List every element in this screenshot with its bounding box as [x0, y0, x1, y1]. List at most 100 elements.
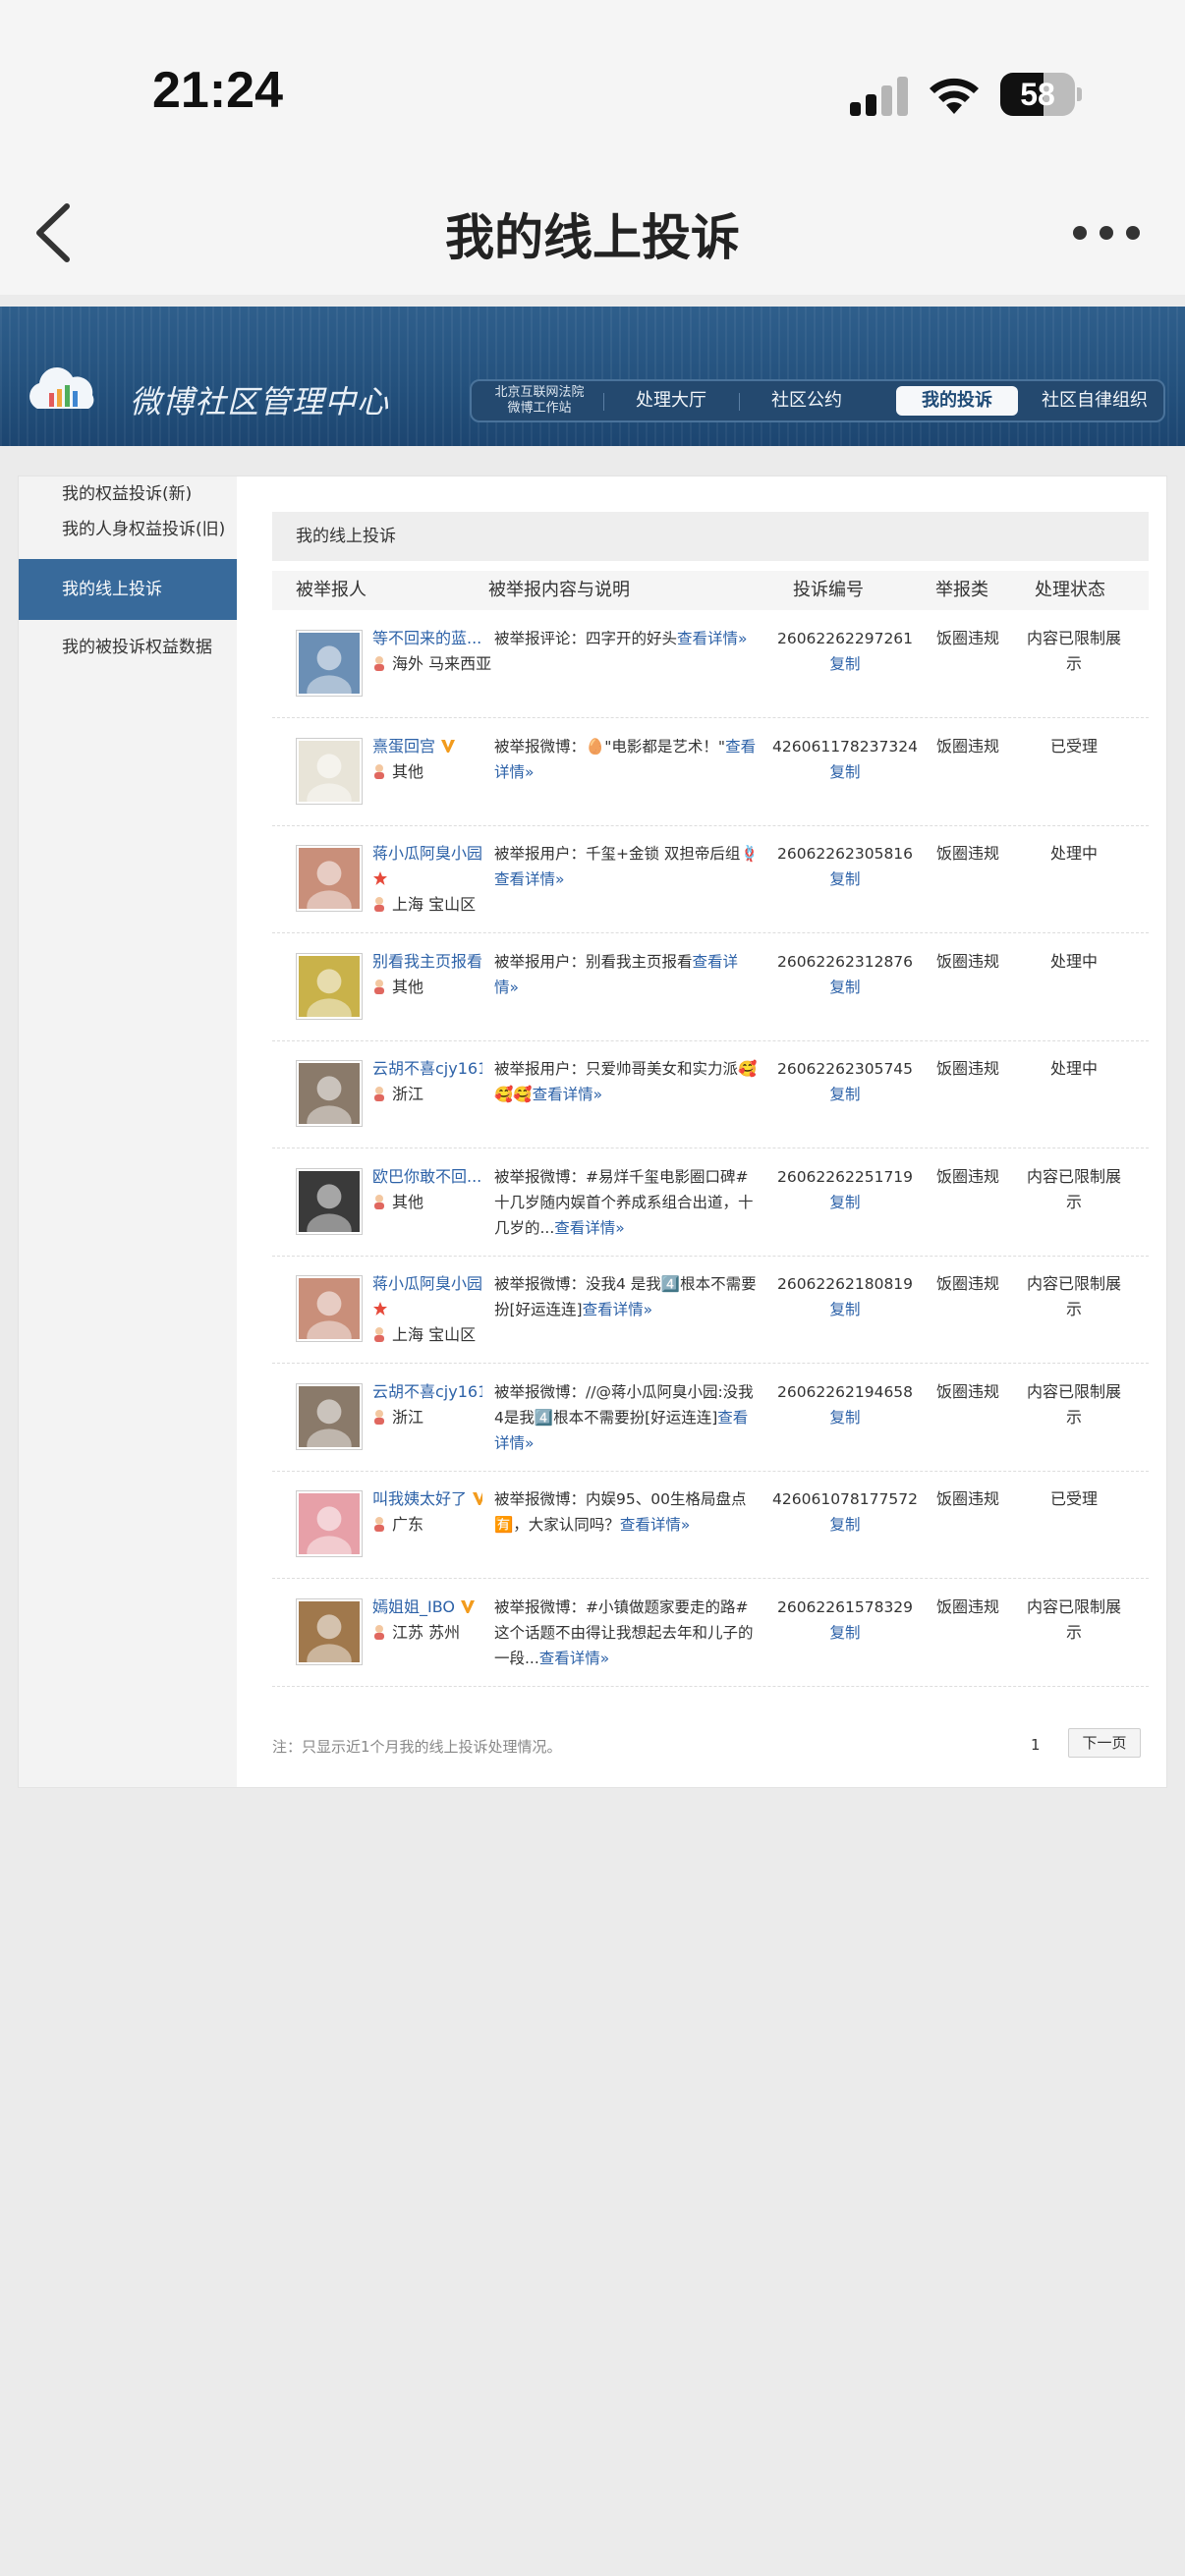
verified-v-icon	[473, 1492, 482, 1505]
user-location-icon	[374, 979, 384, 994]
avatar-image	[299, 848, 360, 924]
view-details-link[interactable]: 查看详情»	[494, 870, 564, 888]
complaint-id-cell: 426061178237324 复制	[771, 734, 919, 785]
tab-community-rules[interactable]: 社区公约	[741, 381, 873, 420]
complaint-type: 饭圈违规	[935, 951, 999, 971]
user-location-icon	[374, 1409, 384, 1425]
wifi-icon	[930, 78, 979, 114]
view-details-link[interactable]: 查看详情»	[554, 1219, 624, 1237]
complaint-description: 被举报微博：//@蒋小瓜阿臭小园:没我4是我4️⃣根本不需要扮[好运连连]查看详…	[494, 1382, 754, 1452]
view-details-link[interactable]: 查看详情»	[583, 1301, 652, 1318]
complaint-description: 被举报评论：四字开的好头查看详情»	[494, 630, 748, 647]
complaint-id-cell: 26062262251719 复制	[771, 1164, 919, 1215]
view-details-link[interactable]: 查看详情»	[620, 1516, 690, 1534]
col-type: 举报类	[935, 580, 988, 600]
complaint-id-cell: 26062262297261 复制	[771, 626, 919, 677]
complaint-status: 已受理	[1049, 1489, 1098, 1508]
complaint-type: 饭圈违规	[935, 1059, 999, 1078]
reported-user-name[interactable]: 云胡不喜cjy161	[372, 1056, 482, 1082]
reported-user-name[interactable]: 嫣姐姐_IBO	[372, 1595, 482, 1620]
user-avatar[interactable]	[296, 1275, 363, 1354]
verified-v-icon	[461, 1599, 476, 1613]
complaint-description: 被举报微博：🥚"电影都是艺术！"查看详情»	[494, 737, 757, 781]
user-avatar[interactable]	[296, 845, 363, 924]
user-location: 其他	[372, 975, 423, 1000]
tab-my-complaints[interactable]: 我的投诉	[896, 386, 1018, 416]
more-options-icon[interactable]	[1073, 224, 1142, 244]
copy-id-button[interactable]: 复制	[771, 651, 919, 677]
copy-id-button[interactable]: 复制	[771, 1405, 919, 1430]
complaint-description: 被举报微博：内娱95、00生格局盘点🈶，大家认同吗？查看详情»	[494, 1490, 747, 1534]
user-avatar[interactable]	[296, 952, 363, 1031]
user-avatar[interactable]	[296, 1490, 363, 1569]
complaint-id-cell: 26062262180819 复制	[771, 1271, 919, 1322]
col-reported-user: 被举报人	[296, 580, 367, 600]
user-avatar[interactable]	[296, 1382, 363, 1461]
user-avatar[interactable]	[296, 737, 363, 815]
top-nav-tabs: 北京互联网法院 微博工作站 处理大厅 社区公约 我的投诉 社区自律组织	[470, 379, 1165, 422]
user-avatar[interactable]	[296, 1167, 363, 1246]
user-location-icon	[374, 1087, 384, 1101]
complaint-id-cell: 26062261578329 复制	[771, 1595, 919, 1646]
pager-current-page[interactable]: 1	[1031, 1736, 1041, 1754]
tab-processing-hall[interactable]: 处理大厅	[605, 381, 737, 420]
complaints-main: 我的线上投诉 被举报人 被举报内容与说明 投诉编号 举报类 处理状态 等不回来的…	[272, 476, 1149, 1787]
sidebar-item-personal-rights-old[interactable]: 我的人身权益投诉(旧)	[19, 512, 237, 547]
copy-id-button[interactable]: 复制	[771, 1620, 919, 1646]
avatar-image	[299, 1278, 360, 1354]
tab-self-regulation[interactable]: 社区自律组织	[1026, 381, 1163, 420]
star-icon	[373, 871, 387, 885]
col-status: 处理状态	[1035, 580, 1105, 600]
reported-user-name[interactable]: 熹蛋回宫	[372, 734, 482, 759]
copy-id-button[interactable]: 复制	[771, 759, 919, 785]
copy-id-button[interactable]: 复制	[771, 1297, 919, 1322]
copy-id-button[interactable]: 复制	[771, 867, 919, 892]
view-details-link[interactable]: 查看详情»	[539, 1650, 609, 1667]
user-location: 其他	[372, 1190, 423, 1215]
complaint-id: 26062262297261	[776, 630, 914, 647]
reported-user-name[interactable]: 欧巴你敢不回...	[372, 1164, 482, 1190]
view-details-link[interactable]: 查看详情»	[533, 1086, 602, 1103]
user-avatar[interactable]	[296, 1060, 363, 1139]
next-page-button[interactable]: 下一页	[1068, 1728, 1141, 1758]
complaint-type: 饭圈违规	[935, 1381, 999, 1401]
copy-id-button[interactable]: 复制	[771, 1512, 919, 1538]
cloud-logo-icon	[29, 367, 94, 409]
copy-id-button[interactable]: 复制	[771, 1190, 919, 1215]
table-row: 蒋小瓜阿臭小园 上海 宝山区 被举报用户：千玺+金锁 双担帝后组🪢查看详情» 2…	[272, 825, 1149, 933]
sidebar-item-online-complaints[interactable]: 我的线上投诉	[19, 559, 237, 620]
complaint-type: 饭圈违规	[935, 1274, 999, 1293]
complaint-id-cell: 26062262194658 复制	[771, 1379, 919, 1430]
complaint-description: 被举报用户：只爱帅哥美女和实力派🥰🥰🥰查看详情»	[494, 1060, 758, 1103]
complaint-description: 被举报用户：别看我主页报看查看详情»	[494, 952, 739, 996]
sidebar-item-complained-data[interactable]: 我的被投诉权益数据	[19, 630, 237, 665]
complaint-id-cell: 426061078177572 复制	[771, 1486, 919, 1538]
avatar-image	[299, 1385, 360, 1461]
user-location-icon	[374, 656, 384, 671]
user-location: 上海 宝山区	[372, 892, 476, 918]
reported-user-name[interactable]: 云胡不喜cjy161	[372, 1379, 482, 1405]
col-complaint-id: 投诉编号	[793, 580, 864, 600]
complaint-description: 被举报微博：#易烊千玺电影圈口碑#十几岁随内娱首个养成系组合出道，十几岁的...…	[494, 1167, 754, 1237]
sidebar-item-rights-complaint-new[interactable]: 我的权益投诉(新)	[19, 476, 237, 512]
table-row: 云胡不喜cjy161 浙江 被举报用户：只爱帅哥美女和实力派🥰🥰🥰查看详情» 2…	[272, 1040, 1149, 1148]
reported-user-name[interactable]: 别看我主页报看	[372, 949, 482, 975]
star-icon	[373, 1302, 387, 1316]
reported-user-name[interactable]: 等不回来的蓝...	[372, 626, 482, 651]
user-avatar[interactable]	[296, 630, 363, 708]
copy-id-button[interactable]: 复制	[771, 975, 919, 1000]
view-details-link[interactable]: 查看详情»	[677, 630, 747, 647]
court-workstation-link[interactable]: 北京互联网法院 微博工作站	[481, 385, 597, 419]
table-row: 叫我姨太好了 广东 被举报微博：内娱95、00生格局盘点🈶，大家认同吗？查看详情…	[272, 1471, 1149, 1579]
reported-user-name[interactable]: 蒋小瓜阿臭小园	[372, 841, 482, 892]
reported-user-name[interactable]: 叫我姨太好了	[372, 1486, 482, 1512]
complaint-type: 饭圈违规	[935, 736, 999, 756]
sidebar: 我的权益投诉(新) 我的人身权益投诉(旧) 我的线上投诉 我的被投诉权益数据	[19, 476, 237, 1787]
complaint-type: 饭圈违规	[935, 1596, 999, 1616]
page-title: 我的线上投诉	[445, 209, 740, 266]
complaint-id: 26062261578329	[776, 1597, 914, 1616]
cellular-signal-icon	[850, 77, 908, 116]
user-avatar[interactable]	[296, 1597, 363, 1676]
reported-user-name[interactable]: 蒋小瓜阿臭小园	[372, 1271, 482, 1322]
copy-id-button[interactable]: 复制	[771, 1082, 919, 1107]
